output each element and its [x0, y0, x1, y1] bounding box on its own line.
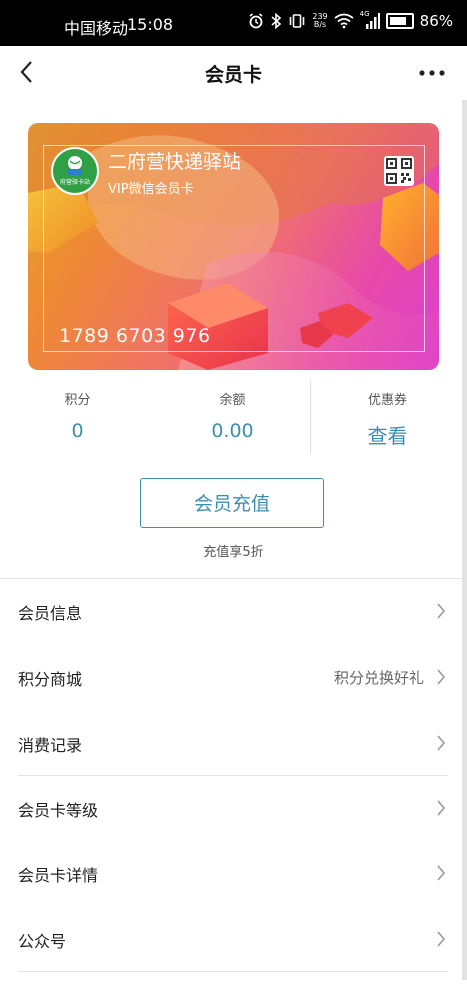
- alarm-icon: [249, 13, 263, 29]
- section-divider: [0, 578, 462, 579]
- chevron-right-icon: [437, 800, 446, 816]
- coupon-label: 优惠券: [367, 393, 407, 408]
- menu-item-hint: 积分兑换好礼: [333, 669, 424, 687]
- network-speed-unit: B/s: [313, 20, 327, 29]
- menu-item-label: 会员卡等级: [18, 801, 99, 820]
- member-card: 府营驿卡站 二府营快递驿站 VIP微信会员卡 1789 6703 976: [28, 123, 439, 370]
- signal-indicator: 4G: [360, 10, 380, 29]
- menu-item-consumption-records[interactable]: 消费记录: [0, 712, 462, 776]
- chevron-right-icon: [437, 603, 446, 619]
- scrollbar[interactable]: [462, 100, 467, 980]
- chevron-right-icon: [437, 669, 446, 685]
- points-stat[interactable]: 积分 0: [0, 380, 155, 442]
- menu-item-label: 消费记录: [18, 736, 83, 755]
- menu-item-label: 会员信息: [18, 604, 83, 623]
- more-icon[interactable]: [417, 62, 447, 84]
- page-title: 会员卡: [204, 64, 262, 86]
- chevron-right-icon: [437, 735, 446, 751]
- bluetooth-icon: [271, 12, 282, 30]
- menu-item-card-details[interactable]: 会员卡详情: [0, 842, 462, 906]
- menu-item-label: 公众号: [18, 932, 67, 951]
- status-icons: 239 B/s 4G 86%: [248, 10, 453, 30]
- signal-icon: [365, 13, 380, 29]
- chevron-right-icon: [437, 931, 446, 947]
- coupon-view-link[interactable]: 查看: [310, 420, 465, 449]
- clock: 15:08: [127, 15, 174, 34]
- wifi-icon: [334, 13, 354, 29]
- menu-item-label: 会员卡详情: [18, 866, 99, 885]
- balance-stat[interactable]: 余额 0.00: [155, 380, 310, 442]
- balance-label: 余额: [219, 393, 246, 408]
- vibrate-icon: [290, 14, 305, 28]
- menu-item-member-info[interactable]: 会员信息: [0, 580, 462, 644]
- qr-code-icon[interactable]: [384, 156, 414, 186]
- points-label: 积分: [64, 393, 91, 408]
- logo-text: 府营驿卡站: [59, 179, 90, 186]
- menu-item-official-account[interactable]: 公众号: [0, 908, 462, 972]
- menu-item-label: 积分商城: [18, 670, 83, 689]
- card-number: 1789 6703 976: [59, 325, 211, 347]
- menu-divider: [18, 775, 448, 776]
- card-frame: [43, 145, 425, 352]
- carrier-label: 中国移动: [64, 19, 129, 38]
- card-type-label: VIP微信会员卡: [108, 182, 194, 197]
- menu-item-points-mall[interactable]: 积分商城 积分兑换好礼: [0, 646, 462, 710]
- network-speed: 239 B/s: [312, 13, 327, 29]
- points-value: 0: [71, 420, 84, 442]
- balance-value: 0.00: [211, 420, 254, 442]
- recharge-button[interactable]: 会员充值: [140, 478, 324, 528]
- status-bar: 中国移动 15:08 239 B/s 4G 86%: [0, 0, 467, 46]
- coupon-stat[interactable]: 优惠券 查看: [310, 380, 465, 449]
- menu-divider: [18, 971, 448, 972]
- menu-item-card-level[interactable]: 会员卡等级: [0, 777, 462, 841]
- battery-percent: 86%: [419, 12, 453, 30]
- nav-bar: 会员卡: [0, 46, 467, 100]
- shop-name: 二府营快递驿站: [108, 151, 242, 173]
- recharge-note: 充值享5折: [203, 545, 264, 560]
- shop-logo: 府营驿卡站: [51, 147, 99, 195]
- chevron-right-icon: [437, 865, 446, 881]
- battery-icon: [385, 13, 414, 29]
- member-stats: 积分 0 余额 0.00 优惠券 查看: [0, 380, 467, 460]
